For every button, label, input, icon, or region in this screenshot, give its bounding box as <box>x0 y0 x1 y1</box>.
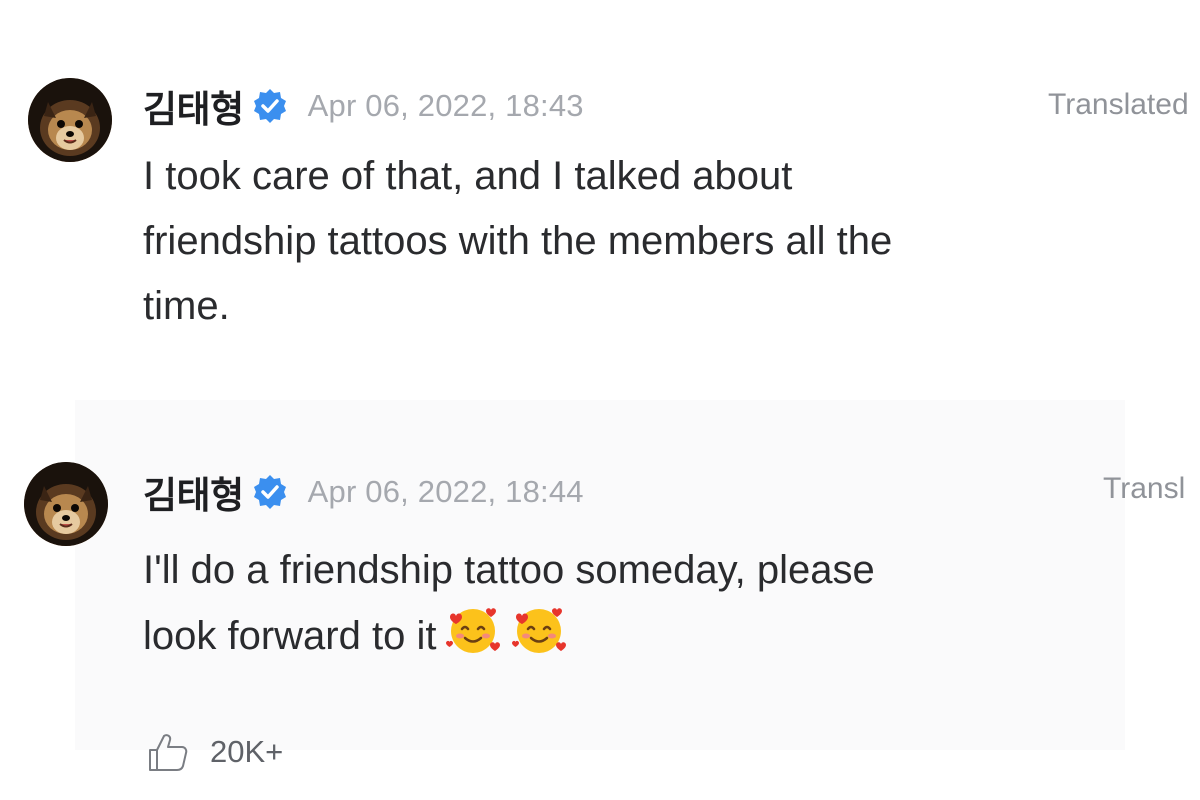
username[interactable]: 김태형 <box>143 465 244 519</box>
verified-badge-icon <box>253 475 286 509</box>
avatar[interactable] <box>24 462 108 546</box>
dog-avatar-icon <box>24 462 108 546</box>
smiling-face-with-hearts-icon <box>512 608 567 653</box>
comment-text-content: I'll do a friendship tattoo someday, ple… <box>143 548 875 658</box>
comment-header: 김태형 Apr 06, 2022, 18:44 <box>143 468 584 516</box>
comment-text: I took care of that, and I talked about … <box>143 154 893 328</box>
translated-toggle[interactable]: Transl <box>1103 472 1185 506</box>
like-count: 20K+ <box>210 734 284 769</box>
comment-thread: 김태형 Apr 06, 2022, 18:43 Translated I too… <box>0 0 1200 800</box>
thumbs-up-icon <box>149 734 188 771</box>
comment-header: 김태형 Apr 06, 2022, 18:43 <box>143 82 584 130</box>
username[interactable]: 김태형 <box>143 79 244 133</box>
smiling-face-with-hearts-icon <box>446 608 501 653</box>
verified-badge-icon <box>253 89 286 123</box>
comment-text: I'll do a friendship tattoo someday, ple… <box>143 538 1063 669</box>
translated-toggle[interactable]: Translated <box>1048 88 1189 122</box>
like-button[interactable]: 20K+ <box>146 728 283 776</box>
timestamp: Apr 06, 2022, 18:43 <box>307 88 584 123</box>
timestamp: Apr 06, 2022, 18:44 <box>307 474 584 509</box>
avatar[interactable] <box>28 78 112 162</box>
dog-avatar-icon <box>28 78 112 162</box>
